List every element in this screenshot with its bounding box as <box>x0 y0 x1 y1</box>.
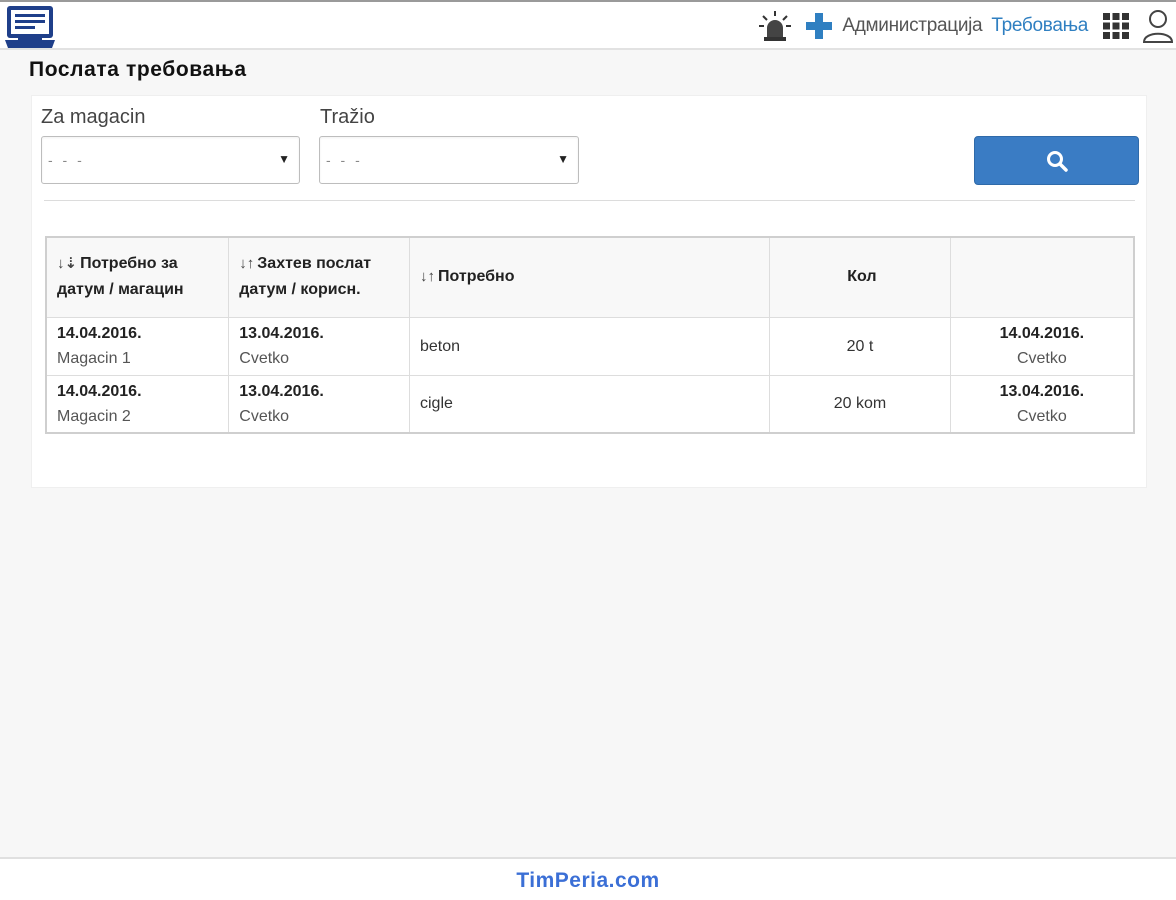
col-needed-for[interactable]: ↓⇣ Потребно за датум / магацин <box>45 236 230 318</box>
requester-select-value: - - - <box>326 152 363 168</box>
sent-user: Cvetko <box>239 350 290 367</box>
warehouse-select-value: - - - <box>48 152 85 168</box>
item-quantity: 20 t <box>769 316 951 376</box>
item-name: beton <box>408 316 771 376</box>
col-request-sent[interactable]: ↓↑ Захтев послат датум / корисн. <box>228 236 410 318</box>
filter-divider <box>44 200 1135 201</box>
chevron-down-icon: ▼ <box>557 152 569 166</box>
alarm-siren-icon[interactable] <box>758 9 792 43</box>
search-button[interactable] <box>974 136 1139 185</box>
last-user: Cvetko <box>1016 350 1067 367</box>
user-icon[interactable] <box>1142 9 1174 43</box>
nav-admin-link[interactable]: Администрација <box>842 15 982 37</box>
table-row[interactable]: 14.04.2016. Magacin 2 13.04.2016. Cvetko c… <box>45 374 1135 434</box>
requests-panel: Za magacin - - - ▼ Tražio - - - ▼ ↓⇣ Потр… <box>31 95 1147 488</box>
top-bar: Администрација Требовања <box>0 0 1176 50</box>
requester-filter-label: Tražio <box>320 106 375 128</box>
footer: TimPeria.com <box>0 857 1176 900</box>
page-title: Послата требовања <box>29 58 247 81</box>
col-quantity-line1: Кол <box>847 268 877 286</box>
plus-icon[interactable] <box>804 11 834 41</box>
sort-icon: ↓↑ <box>239 255 255 273</box>
warehouse-name: Magacin 1 <box>57 350 131 367</box>
sent-date: 13.04.2016. <box>239 382 324 400</box>
sort-icon: ↓↑ <box>420 268 435 286</box>
sent-date: 13.04.2016. <box>239 325 324 342</box>
search-icon <box>1046 150 1068 172</box>
item-quantity: 20 kom <box>769 374 951 434</box>
col-last <box>949 236 1135 318</box>
col-needed-for-line2: датум / магацин <box>57 281 184 299</box>
last-date: 13.04.2016. <box>999 382 1085 400</box>
col-request-sent-line1: Захтев послат <box>257 255 372 273</box>
chevron-down-icon: ▼ <box>278 152 290 166</box>
requests-table: ↓⇣ Потребно за датум / магацин ↓↑ Захтев п… <box>45 236 1135 434</box>
requester-select[interactable]: - - - ▼ <box>319 136 579 184</box>
needed-date: 14.04.2016. <box>57 382 142 400</box>
table-header-row: ↓⇣ Потребно за датум / магацин ↓↑ Захтев п… <box>45 236 1135 318</box>
col-needed-item-line1: Потребно <box>438 268 515 286</box>
top-nav: Администрација Требовања <box>758 2 1176 50</box>
col-needed-for-line1: Потребно за <box>80 255 178 273</box>
needed-date: 14.04.2016. <box>57 325 142 342</box>
item-name: cigle <box>408 374 771 434</box>
last-date: 14.04.2016. <box>999 325 1085 342</box>
col-request-sent-line2: датум / корисн. <box>239 281 361 299</box>
table-row[interactable]: 14.04.2016. Magacin 1 13.04.2016. Cvetko b… <box>45 316 1135 376</box>
footer-link[interactable]: TimPeria.com <box>0 869 1176 893</box>
nav-requests-link[interactable]: Требовања <box>991 15 1088 37</box>
sort-icon: ↓⇣ <box>57 255 78 273</box>
warehouse-filter-label: Za magacin <box>41 106 146 128</box>
col-quantity: Кол <box>769 236 951 318</box>
sent-user: Cvetko <box>239 407 290 425</box>
apps-grid-icon[interactable] <box>1102 12 1130 40</box>
last-user: Cvetko <box>1016 407 1067 425</box>
warehouse-name: Magacin 2 <box>57 407 131 425</box>
col-needed-item[interactable]: ↓↑ Потребно <box>408 236 771 318</box>
warehouse-select[interactable]: - - - ▼ <box>41 136 300 184</box>
app-logo-icon[interactable] <box>4 4 56 50</box>
